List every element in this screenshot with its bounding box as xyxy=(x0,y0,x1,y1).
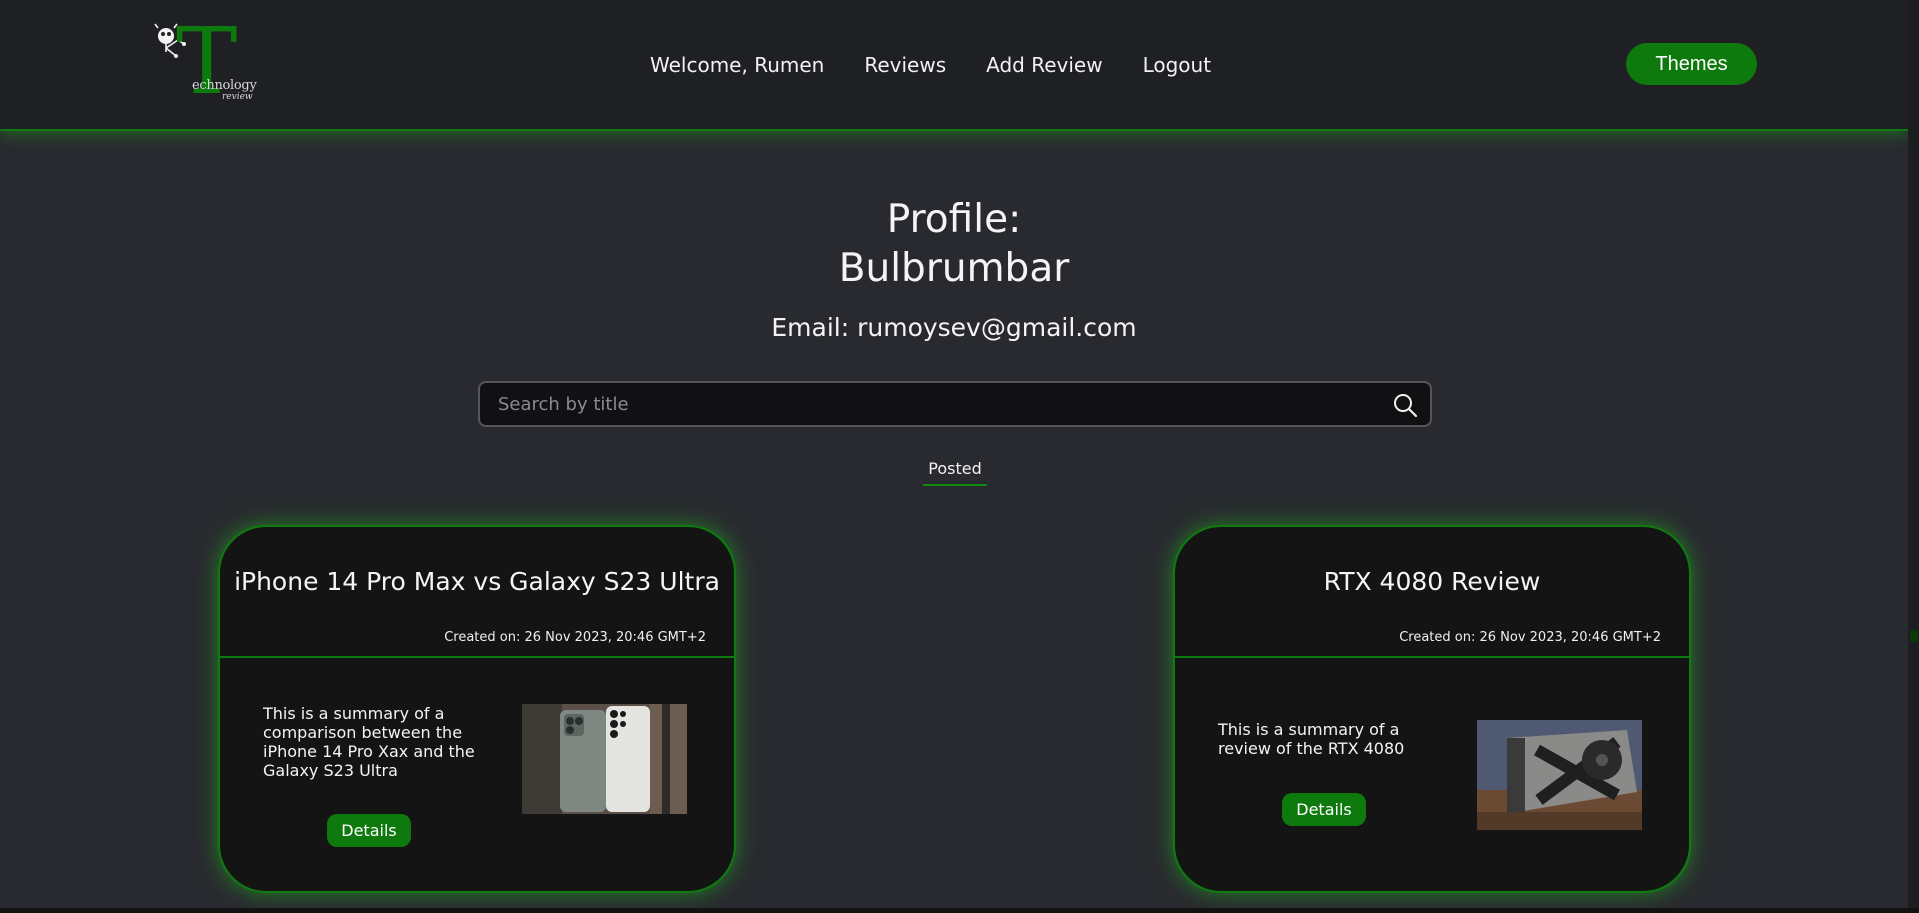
review-thumbnail[interactable] xyxy=(1477,720,1642,830)
top-header: T echnology review Welcome, Rumen Review… xyxy=(0,0,1908,131)
profile-heading: Profile: xyxy=(886,197,1022,242)
nav-add-review[interactable]: Add Review xyxy=(986,53,1102,77)
site-logo[interactable]: T echnology review xyxy=(152,16,257,108)
nav-welcome[interactable]: Welcome, Rumen xyxy=(650,53,824,77)
search-icon[interactable] xyxy=(1392,392,1418,418)
nav-reviews[interactable]: Reviews xyxy=(864,53,946,77)
graphics-card-photo xyxy=(1477,720,1642,830)
logo-subword: review xyxy=(222,92,253,102)
tab-posted[interactable]: Posted xyxy=(923,459,987,486)
profile-username: Bulbrumbar xyxy=(838,246,1070,291)
search-input[interactable] xyxy=(498,383,1378,425)
review-card: iPhone 14 Pro Max vs Galaxy S23 Ultra Cr… xyxy=(218,525,736,893)
logo-word: echnology xyxy=(192,78,257,93)
card-divider xyxy=(220,656,734,658)
card-divider xyxy=(1175,656,1689,658)
details-button[interactable]: Details xyxy=(327,814,411,847)
scrollbar-thumb[interactable] xyxy=(1910,630,1918,642)
scrollbar-track[interactable] xyxy=(1908,0,1919,913)
review-thumbnail[interactable] xyxy=(522,704,687,814)
nav-logout[interactable]: Logout xyxy=(1143,53,1211,77)
profile-email: Email: rumoysev@gmail.com xyxy=(771,313,1137,342)
review-created-date: Created on: 26 Nov 2023, 20:46 GMT+2 xyxy=(444,630,706,645)
bottom-edge xyxy=(0,908,1919,913)
main-nav: Welcome, Rumen Reviews Add Review Logout xyxy=(650,50,1211,80)
details-button[interactable]: Details xyxy=(1282,793,1366,826)
review-summary: This is a summary of a review of the RTX… xyxy=(1218,720,1405,758)
themes-button[interactable]: Themes xyxy=(1626,43,1757,85)
two-phones-photo xyxy=(522,704,687,814)
review-summary: This is a summary of a comparison betwee… xyxy=(263,704,475,780)
review-title: iPhone 14 Pro Max vs Galaxy S23 Ultra xyxy=(234,567,720,596)
search-bar xyxy=(478,381,1432,427)
review-created-date: Created on: 26 Nov 2023, 20:46 GMT+2 xyxy=(1399,630,1661,645)
review-title: RTX 4080 Review xyxy=(1323,567,1541,596)
page: T echnology review Welcome, Rumen Review… xyxy=(0,0,1919,913)
review-card: RTX 4080 Review Created on: 26 Nov 2023,… xyxy=(1173,525,1691,893)
